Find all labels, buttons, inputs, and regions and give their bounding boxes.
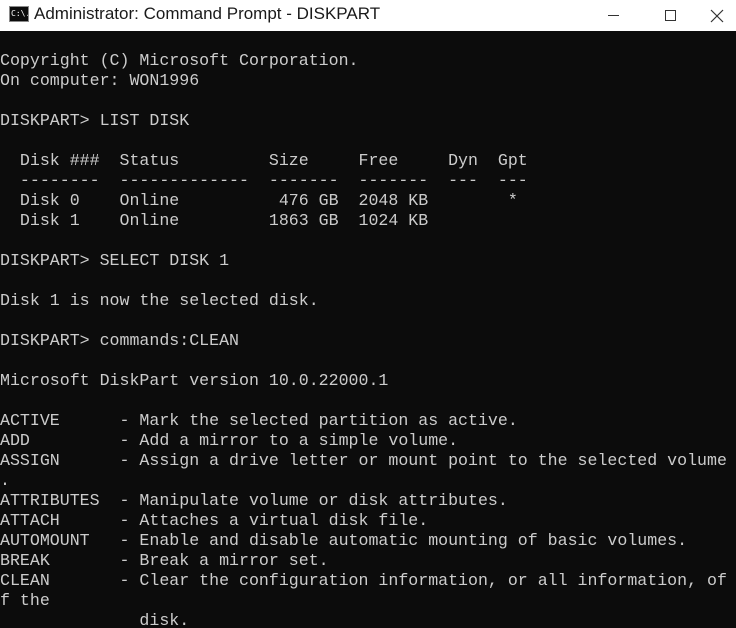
console-line: Disk ### Status Size Free Dyn Gpt — [0, 151, 528, 170]
window-title: Administrator: Command Prompt - DISKPART — [34, 4, 381, 23]
minimize-button[interactable] — [584, 0, 642, 31]
console-line: DISKPART> LIST DISK — [0, 111, 190, 130]
console-line: ACTIVE - Mark the selected partition as … — [0, 411, 518, 430]
console-line: ASSIGN - Assign a drive letter or mount … — [0, 451, 727, 470]
console-line: ADD - Add a mirror to a simple volume. — [0, 431, 459, 450]
maximize-icon — [664, 10, 676, 21]
console-line: CLEAN - Clear the configuration informat… — [0, 571, 727, 590]
console-output[interactable]: Copyright (C) Microsoft Corporation. On c… — [0, 31, 736, 628]
console-line: . — [0, 471, 10, 490]
minimize-icon — [607, 15, 619, 16]
console-line: ATTACH - Attaches a virtual disk file. — [0, 511, 429, 530]
console-line: Disk 1 is now the selected disk. — [0, 291, 319, 310]
console-line: Disk 1 Online 1863 GB 1024 KB — [0, 211, 429, 230]
maximize-button[interactable] — [641, 0, 699, 31]
close-icon — [710, 9, 724, 22]
console-line: -------- ------------- ------- ------- -… — [0, 171, 528, 190]
title-bar[interactable]: C:\. Administrator: Command Prompt - DIS… — [0, 0, 736, 31]
command-prompt-window: C:\. Administrator: Command Prompt - DIS… — [0, 0, 736, 628]
close-button[interactable] — [698, 0, 736, 31]
console-line: Microsoft DiskPart version 10.0.22000.1 — [0, 371, 389, 390]
console-line: f the — [0, 591, 50, 610]
console-line: BREAK - Break a mirror set. — [0, 551, 329, 570]
command-prompt-icon[interactable]: C:\. — [9, 6, 29, 22]
console-line: Copyright (C) Microsoft Corporation. — [0, 51, 359, 70]
console-line: DISKPART> SELECT DISK 1 — [0, 251, 230, 270]
console-line: disk. — [0, 611, 190, 628]
console-line: On computer: WON1996 — [0, 71, 200, 90]
console-line: AUTOMOUNT - Enable and disable automatic… — [0, 531, 688, 550]
console-line: DISKPART> commands:CLEAN — [0, 331, 239, 350]
console-line: ATTRIBUTES - Manipulate volume or disk a… — [0, 491, 508, 510]
console-line: Disk 0 Online 476 GB 2048 KB * — [0, 191, 518, 210]
